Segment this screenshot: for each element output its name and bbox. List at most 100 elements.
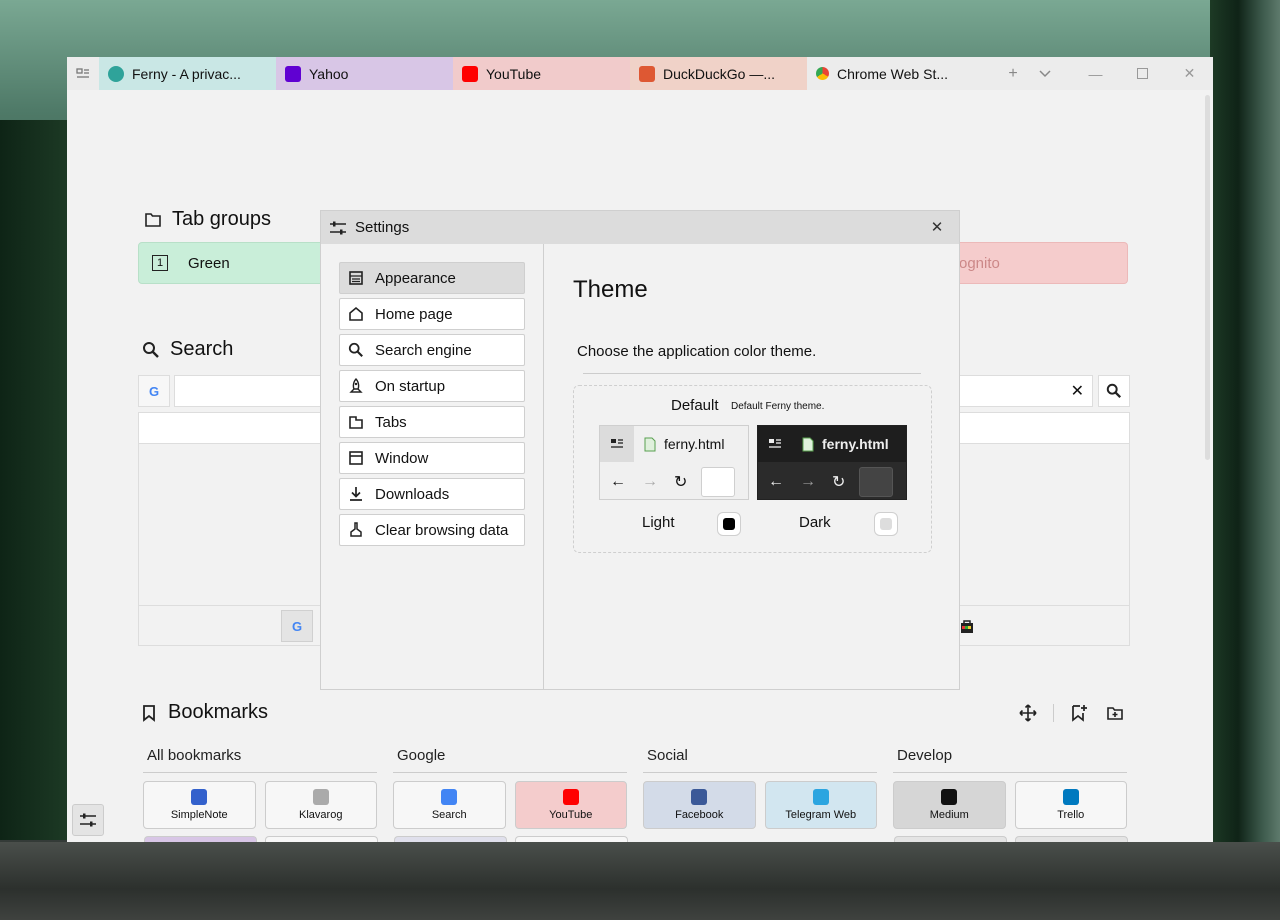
folder-icon — [145, 212, 161, 227]
tab-group-label: Green — [188, 254, 230, 272]
tab-title: Ferny - A privac... — [132, 65, 241, 82]
settings-nav-home-page[interactable]: Home page — [339, 298, 525, 330]
settings-nav-search-engine[interactable]: Search engine — [339, 334, 525, 366]
bookmarks-toolbar — [1017, 702, 1126, 724]
sliders-icon — [80, 813, 96, 827]
bookmark-label: Medium — [929, 809, 969, 821]
bookmark-label: Search — [431, 809, 467, 821]
bookmark-item[interactable]: Medium — [893, 781, 1006, 829]
search-input-end[interactable]: ✕ — [959, 375, 1093, 407]
clear-search-icon[interactable]: ✕ — [1071, 381, 1084, 401]
google-icon: G — [148, 383, 160, 399]
google-engine-button[interactable]: G — [281, 610, 313, 642]
new-tab-button[interactable]: + — [997, 57, 1029, 90]
bookmark-folder-title[interactable]: All bookmarks — [143, 747, 377, 773]
bookmark-item-partial[interactable] — [515, 836, 628, 842]
search-submit-button[interactable] — [1098, 375, 1130, 407]
bookmark-item[interactable]: Trello — [1014, 781, 1127, 829]
settings-nav-label: Tabs — [375, 413, 407, 431]
settings-nav-tabs[interactable]: Tabs — [339, 406, 525, 438]
theme-description: Choose the application color theme. — [577, 343, 817, 360]
bookmark-item[interactable]: Telegram Web — [764, 781, 877, 829]
bookmark-folder-title[interactable]: Google — [393, 747, 627, 773]
dark-theme-preview[interactable]: ferny.html ← → ↻ — [757, 425, 907, 500]
settings-nav-label: Home page — [375, 305, 453, 323]
bookmark-folder-title[interactable]: Social — [643, 747, 877, 773]
settings-sliders-button[interactable] — [72, 804, 104, 836]
close-window-button[interactable]: ✕ — [1166, 57, 1213, 90]
tab-5[interactable]: Chrome Web St... — [807, 57, 984, 90]
settings-header: Settings ✕ — [321, 211, 959, 244]
settings-nav-label: Downloads — [375, 485, 450, 503]
bookmark-item[interactable]: SimpleNote — [143, 781, 256, 829]
settings-nav-clear-browsing-data[interactable]: Clear browsing data — [339, 514, 525, 546]
rocket-icon — [347, 377, 365, 395]
sliders-icon — [330, 221, 346, 234]
background-trees-left — [0, 120, 70, 840]
search-heading: Search — [142, 338, 233, 361]
duckduckgo-icon — [639, 65, 655, 82]
page-scrollbar[interactable] — [1205, 95, 1210, 460]
light-theme-radio[interactable] — [717, 512, 741, 536]
group-number-icon: 1 — [152, 255, 168, 271]
tab-menu-icon — [600, 426, 634, 462]
search-engine-button[interactable]: G — [138, 375, 170, 407]
theme-name: Default — [671, 397, 719, 414]
close-settings-button[interactable]: ✕ — [925, 215, 949, 239]
search-input[interactable] — [174, 375, 322, 407]
preview-tab-title: ferny.html — [822, 436, 889, 452]
bookmark-folder: All bookmarks SimpleNote Klavarog — [143, 747, 377, 829]
bookmark-item-partial[interactable] — [394, 836, 507, 842]
tab-3[interactable]: YouTube — [453, 57, 630, 90]
dark-theme-radio[interactable] — [874, 512, 898, 536]
bookmark-item-partial[interactable] — [144, 836, 257, 842]
youtube-icon — [562, 789, 579, 805]
minimize-button[interactable]: — — [1072, 57, 1119, 90]
settings-dialog: Settings ✕ Appearance Home page Search eng… — [320, 210, 960, 690]
window-icon — [347, 449, 365, 467]
bookmark-folder-title[interactable]: Develop — [893, 747, 1127, 773]
light-theme-preview[interactable]: ferny.html ← → ↻ — [599, 425, 749, 500]
tab-title: Chrome Web St... — [837, 65, 949, 82]
dark-label: Dark — [799, 514, 831, 531]
settings-nav-on-startup[interactable]: On startup — [339, 370, 525, 402]
bookmark-item[interactable]: YouTube — [514, 781, 627, 829]
tab-4[interactable]: DuckDuckGo —... — [630, 57, 807, 90]
bookmark-folder: Develop Medium Trello — [893, 747, 1127, 829]
html-file-icon — [802, 437, 814, 451]
tab-title: YouTube — [486, 65, 542, 82]
bookmark-item[interactable]: Klavarog — [264, 781, 377, 829]
bookmark-item-partial[interactable] — [1015, 836, 1128, 842]
preview-address-bar — [701, 466, 736, 497]
bookmark-folder: Social Facebook Telegram Web — [643, 747, 877, 829]
reload-icon: ↻ — [832, 473, 846, 491]
shopping-bag-icon[interactable] — [957, 616, 977, 636]
download-icon — [347, 485, 365, 503]
bookmark-label: Trello — [1057, 809, 1085, 821]
settings-nav-appearance[interactable]: Appearance — [339, 262, 525, 294]
divider — [583, 373, 921, 374]
search-icon — [143, 341, 159, 358]
bookmark-item[interactable]: Facebook — [643, 781, 756, 829]
add-bookmark-icon[interactable] — [1068, 702, 1090, 724]
tab-menu-icon — [758, 426, 792, 462]
settings-nav-label: Window — [375, 449, 429, 467]
tab-1[interactable]: Ferny - A privac... — [99, 57, 276, 90]
light-label: Light — [642, 514, 675, 531]
toolbar-divider — [1053, 704, 1054, 722]
tab-2[interactable]: Yahoo — [276, 57, 453, 90]
bookmark-item[interactable]: Search — [393, 781, 506, 829]
bookmark-item-partial[interactable] — [894, 836, 1007, 842]
default-theme-card: Default Default Ferny theme. ferny.html … — [573, 385, 932, 553]
settings-nav-downloads[interactable]: Downloads — [339, 478, 525, 510]
bookmark-item-partial[interactable] — [265, 836, 378, 842]
maximize-button[interactable] — [1119, 57, 1166, 90]
tab-group-green[interactable]: 1 Green — [138, 242, 328, 284]
tab-list-chevron-down-icon[interactable] — [1029, 57, 1061, 90]
tab-group-incognito[interactable]: ognito — [959, 242, 1128, 284]
tab-menu-icon[interactable] — [67, 57, 99, 90]
add-folder-icon[interactable] — [1104, 702, 1126, 724]
appearance-icon — [347, 269, 365, 287]
settings-nav-window[interactable]: Window — [339, 442, 525, 474]
move-icon[interactable] — [1017, 702, 1039, 724]
